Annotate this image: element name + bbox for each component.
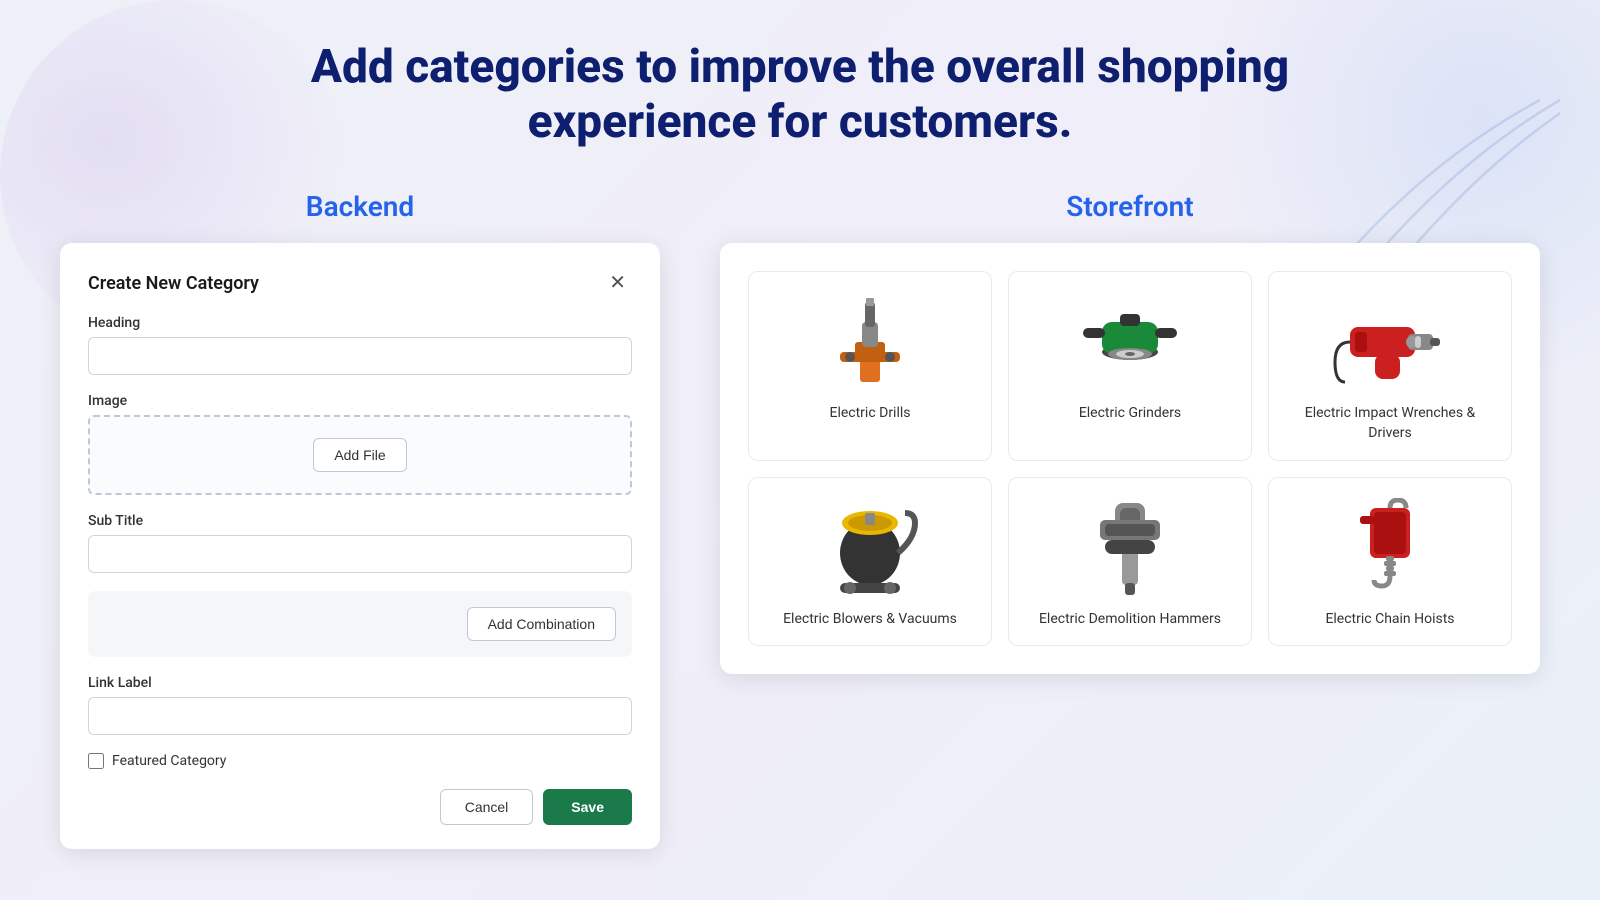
category-name-demolition-hammers: Electric Demolition Hammers	[1039, 610, 1221, 630]
image-label: Image	[88, 393, 632, 409]
category-name-impact-wrenches: Electric Impact Wrenches & Drivers	[1285, 404, 1495, 443]
link-label-input[interactable]	[88, 697, 632, 735]
heading-line2: experience for customers.	[528, 95, 1073, 149]
demolition-hammers-image	[1070, 498, 1190, 598]
storefront-label: Storefront	[720, 190, 1540, 223]
chain-hoists-image	[1330, 498, 1450, 598]
image-upload-area[interactable]: Add File	[88, 415, 632, 495]
subtitle-label: Sub Title	[88, 513, 632, 529]
category-card-blowers-vacuums[interactable]: Electric Blowers & Vacuums	[748, 477, 992, 647]
category-grid: Electric Drills	[748, 271, 1512, 646]
impact-wrenches-image	[1330, 292, 1450, 392]
link-label-field-group: Link Label	[88, 675, 632, 735]
page-heading: Add categories to improve the overall sh…	[60, 40, 1540, 150]
add-combination-button[interactable]: Add Combination	[467, 607, 616, 641]
modal-title: Create New Category	[88, 273, 259, 294]
category-name-chain-hoists: Electric Chain Hoists	[1325, 610, 1454, 630]
subtitle-input[interactable]	[88, 535, 632, 573]
modal-footer: Cancel Save	[88, 789, 632, 825]
heading-input[interactable]	[88, 337, 632, 375]
category-card-electric-grinders[interactable]: Electric Grinders	[1008, 271, 1252, 460]
heading-field-group: Heading	[88, 315, 632, 375]
category-card-demolition-hammers[interactable]: Electric Demolition Hammers	[1008, 477, 1252, 647]
category-name-electric-drills: Electric Drills	[829, 404, 910, 424]
storefront-panel: Electric Drills	[720, 243, 1540, 674]
category-card-electric-drills[interactable]: Electric Drills	[748, 271, 992, 460]
combination-section: Add Combination	[88, 591, 632, 657]
category-card-impact-wrenches[interactable]: Electric Impact Wrenches & Drivers	[1268, 271, 1512, 460]
cancel-button[interactable]: Cancel	[440, 789, 534, 825]
save-button[interactable]: Save	[543, 789, 632, 825]
close-modal-button[interactable]: ✕	[603, 271, 632, 295]
featured-category-row: Featured Category	[88, 753, 632, 769]
featured-category-checkbox[interactable]	[88, 753, 104, 769]
link-label-label: Link Label	[88, 675, 632, 691]
create-category-modal: Create New Category ✕ Heading Image Add …	[60, 243, 660, 849]
subtitle-field-group: Sub Title	[88, 513, 632, 573]
add-file-button[interactable]: Add File	[313, 438, 406, 472]
category-name-electric-grinders: Electric Grinders	[1079, 404, 1181, 424]
backend-label: Backend	[60, 190, 660, 223]
category-name-blowers-vacuums: Electric Blowers & Vacuums	[783, 610, 957, 630]
blowers-vacuums-image	[810, 498, 930, 598]
featured-category-label: Featured Category	[112, 753, 226, 769]
electric-drills-image	[810, 292, 930, 392]
electric-grinders-image	[1070, 292, 1190, 392]
heading-label: Heading	[88, 315, 632, 331]
image-field-group: Image Add File	[88, 393, 632, 495]
heading-line1: Add categories to improve the overall sh…	[311, 40, 1289, 94]
category-card-chain-hoists[interactable]: Electric Chain Hoists	[1268, 477, 1512, 647]
